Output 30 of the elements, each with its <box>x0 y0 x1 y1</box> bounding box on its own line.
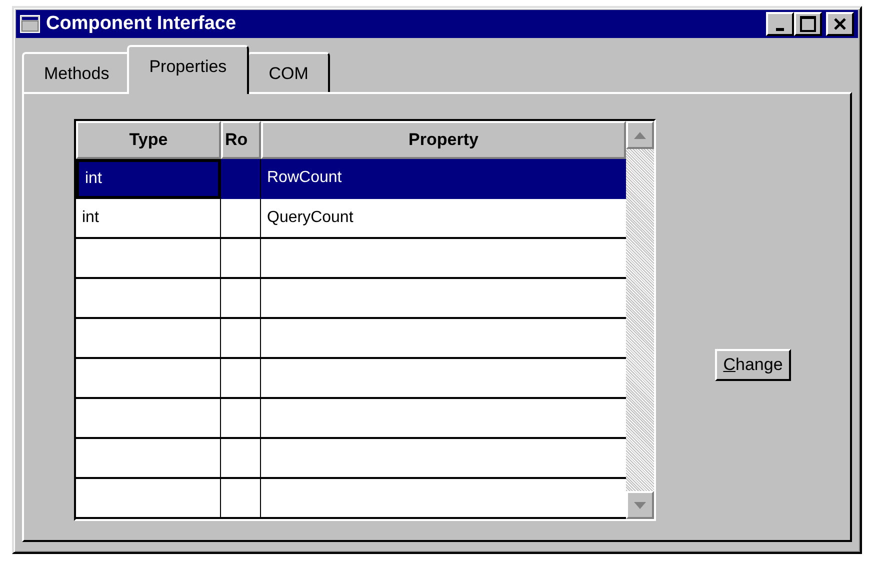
window-title: Component Interface <box>46 13 238 35</box>
scroll-up-button[interactable] <box>626 121 654 149</box>
table-cell: RowCount <box>261 159 626 199</box>
scrollbar[interactable] <box>626 121 654 519</box>
tab[interactable]: Properties <box>127 45 249 94</box>
change-button[interactable]: Change <box>715 349 791 381</box>
close-icon <box>833 17 847 31</box>
minimize-button[interactable] <box>766 12 794 36</box>
maximize-icon <box>800 16 816 32</box>
up-arrow-icon <box>634 132 646 138</box>
table-cell <box>221 359 261 399</box>
down-arrow-icon <box>634 502 646 508</box>
column-header[interactable]: Type <box>76 121 221 159</box>
column-header[interactable]: Property <box>261 121 626 159</box>
table-cell <box>221 159 261 199</box>
table-cell: int <box>76 199 221 239</box>
table-cell <box>221 439 261 479</box>
table-cell <box>221 399 261 439</box>
minimize-icon <box>776 28 784 30</box>
scroll-down-button[interactable] <box>626 491 654 519</box>
table-cell: int <box>76 159 221 199</box>
close-button[interactable] <box>826 12 854 36</box>
table-cell <box>221 319 261 359</box>
column-header[interactable]: Ro <box>221 121 261 159</box>
table-cell <box>221 199 261 239</box>
table-cell <box>221 279 261 319</box>
window-icon <box>20 15 40 33</box>
table-cell <box>221 239 261 279</box>
maximize-button[interactable] <box>794 12 822 36</box>
tab[interactable]: COM <box>246 52 330 94</box>
